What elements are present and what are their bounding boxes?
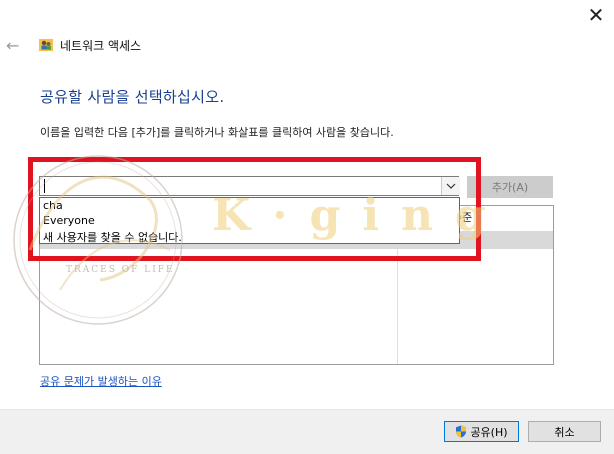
- sharing-problems-link[interactable]: 공유 문제가 발생하는 이유: [40, 373, 162, 389]
- watermark-brand-text: K·ging: [212, 190, 508, 241]
- instruction-text: 이름을 입력한 다음 [추가]를 클릭하거나 화살표를 클릭하여 사람을 찾습니…: [40, 126, 394, 139]
- share-button[interactable]: 공유(H): [444, 421, 519, 442]
- dialog-footer: [0, 409, 614, 454]
- uac-shield-icon: [456, 425, 467, 438]
- window-title: 네트워크 액세스: [60, 39, 142, 53]
- close-button[interactable]: ✕: [578, 0, 614, 30]
- share-button-label: 공유(H): [470, 425, 508, 439]
- back-arrow-icon: ←: [6, 35, 20, 55]
- cancel-button[interactable]: 취소: [528, 421, 601, 442]
- watermark-tagline: TRACES OF LIFE: [66, 265, 175, 275]
- network-users-icon: [38, 37, 54, 53]
- page-heading: 공유할 사람을 선택하십시오.: [40, 88, 225, 106]
- close-icon: ✕: [587, 3, 605, 27]
- back-button[interactable]: ←: [6, 35, 26, 55]
